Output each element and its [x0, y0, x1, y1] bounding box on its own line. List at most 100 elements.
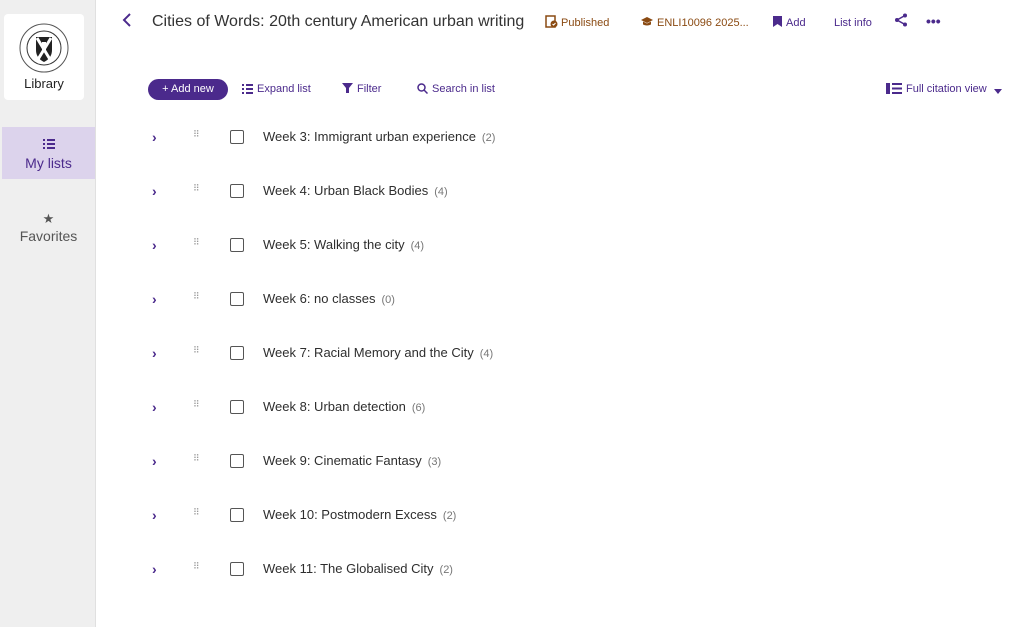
expand-chevron-icon[interactable]: ›	[152, 182, 157, 200]
bookmark-add-icon	[773, 16, 782, 27]
citation-view-icon	[886, 83, 902, 94]
sidebar-item-label: My lists	[25, 155, 72, 171]
share-icon[interactable]	[894, 13, 911, 30]
section-title-text: Week 4: Urban Black Bodies	[263, 183, 429, 198]
star-icon: ★	[42, 211, 55, 226]
list-item: › ⠿ Week 9: Cinematic Fantasy (3)	[96, 434, 996, 488]
drag-handle-icon[interactable]: ⠿	[193, 453, 200, 463]
university-crest-icon	[19, 23, 69, 73]
drag-handle-icon[interactable]: ⠿	[193, 561, 200, 571]
row-checkbox[interactable]	[230, 400, 244, 414]
expand-list-icon	[242, 84, 253, 94]
list-icon	[2, 137, 95, 155]
drag-handle-icon[interactable]: ⠿	[193, 129, 200, 139]
section-title-text: Week 11: The Globalised City	[263, 561, 434, 576]
course-code: ENLI10096 2025...	[657, 17, 749, 29]
drag-handle-icon[interactable]: ⠿	[193, 507, 200, 517]
search-icon	[417, 83, 429, 95]
filter-label: Filter	[357, 83, 382, 95]
section-count: (4)	[410, 240, 425, 252]
section-count: (4)	[434, 186, 448, 198]
list-item: › ⠿ Week 10: Postmodern Excess (2)	[96, 488, 996, 542]
app: Library My lists ★ Favorites Cities of W…	[0, 0, 1024, 627]
logo-text: Library	[24, 76, 64, 91]
row-checkbox[interactable]	[230, 130, 244, 144]
section-title[interactable]: Week 6: no classes (0)	[263, 291, 395, 306]
section-title[interactable]: Week 10: Postmodern Excess (2)	[263, 507, 456, 522]
list-item: › ⠿ Week 8: Urban detection (6)	[96, 380, 996, 434]
section-title-text: Week 7: Racial Memory and the City	[263, 345, 474, 360]
row-checkbox[interactable]	[230, 292, 244, 306]
list-item: › ⠿ Week 4: Urban Black Bodies (4)	[96, 164, 996, 218]
section-count: (2)	[439, 564, 453, 576]
drag-handle-icon[interactable]: ⠿	[193, 183, 200, 193]
search-in-list-button[interactable]: Search in list	[417, 82, 495, 96]
section-count: (4)	[479, 348, 494, 360]
expand-list-button[interactable]: Expand list	[242, 82, 311, 96]
row-checkbox[interactable]	[230, 508, 244, 522]
list-toolbar: + Add new Expand list Filter Search in l…	[96, 78, 1024, 100]
expand-chevron-icon[interactable]: ›	[152, 560, 157, 578]
section-title-text: Week 5: Walking the city	[263, 237, 405, 252]
published-icon	[545, 15, 558, 28]
status-text: Published	[561, 17, 610, 29]
section-title[interactable]: Week 8: Urban detection (6)	[263, 399, 425, 414]
expand-chevron-icon[interactable]: ›	[152, 236, 157, 254]
library-logo[interactable]: Library	[4, 14, 84, 100]
expand-chevron-icon[interactable]: ›	[152, 128, 157, 146]
section-title[interactable]: Week 7: Racial Memory and the City (4)	[263, 345, 493, 360]
section-count: (2)	[481, 132, 496, 144]
row-checkbox[interactable]	[230, 346, 244, 360]
status-badge[interactable]: Published	[545, 15, 609, 31]
add-button[interactable]: Add	[772, 15, 806, 31]
citation-view-label: Full citation view	[906, 83, 987, 95]
drag-handle-icon[interactable]: ⠿	[193, 345, 200, 355]
add-label: Add	[786, 17, 806, 29]
expand-chevron-icon[interactable]: ›	[152, 290, 157, 308]
section-title[interactable]: Week 11: The Globalised City (2)	[263, 561, 453, 576]
row-checkbox[interactable]	[230, 454, 244, 468]
section-title-text: Week 6: no classes	[263, 291, 376, 306]
section-title[interactable]: Week 9: Cinematic Fantasy (3)	[263, 453, 441, 468]
search-label: Search in list	[432, 83, 495, 95]
list-item: › ⠿ Week 5: Walking the city (4)	[96, 218, 996, 272]
section-title-text: Week 9: Cinematic Fantasy	[263, 453, 422, 468]
section-count: (6)	[411, 402, 426, 414]
drag-handle-icon[interactable]: ⠿	[193, 237, 200, 247]
list-info-button[interactable]: List info	[834, 15, 872, 31]
citation-view-dropdown[interactable]: Full citation view	[886, 82, 1006, 96]
page-header: Cities of Words: 20th century American u…	[96, 0, 1024, 44]
drag-handle-icon[interactable]: ⠿	[193, 291, 200, 301]
expand-chevron-icon[interactable]: ›	[152, 398, 157, 416]
course-link[interactable]: ENLI10096 2025...	[640, 15, 749, 31]
expand-label: Expand list	[257, 83, 311, 95]
section-count: (2)	[442, 510, 457, 522]
section-count: (0)	[381, 294, 395, 306]
section-title[interactable]: Week 5: Walking the city (4)	[263, 237, 424, 252]
row-checkbox[interactable]	[230, 184, 244, 198]
section-title-text: Week 8: Urban detection	[263, 399, 406, 414]
list-item: › ⠿ Week 11: The Globalised City (2)	[96, 542, 996, 596]
add-new-button[interactable]: + Add new	[148, 79, 228, 100]
section-title-text: Week 10: Postmodern Excess	[263, 507, 437, 522]
drag-handle-icon[interactable]: ⠿	[193, 399, 200, 409]
filter-button[interactable]: Filter	[342, 82, 381, 96]
more-options-icon[interactable]: •••	[926, 13, 941, 29]
sidebar-item-label: Favorites	[19, 228, 78, 244]
sidebar-item-my-lists[interactable]: My lists	[2, 127, 95, 179]
page-title: Cities of Words: 20th century American u…	[152, 13, 525, 30]
list-item: › ⠿ Week 6: no classes (0)	[96, 272, 996, 326]
section-title[interactable]: Week 3: Immigrant urban experience (2)	[263, 129, 495, 144]
back-chevron-icon[interactable]	[122, 12, 140, 32]
expand-chevron-icon[interactable]: ›	[152, 452, 157, 470]
section-title-text: Week 3: Immigrant urban experience	[263, 129, 476, 144]
list-item: › ⠿ Week 3: Immigrant urban experience (2…	[96, 110, 996, 164]
row-checkbox[interactable]	[230, 238, 244, 252]
row-checkbox[interactable]	[230, 562, 244, 576]
section-count: (3)	[427, 456, 442, 468]
graduation-cap-icon	[641, 17, 653, 26]
expand-chevron-icon[interactable]: ›	[152, 506, 157, 524]
sidebar-item-favorites[interactable]: ★ Favorites	[2, 200, 95, 252]
expand-chevron-icon[interactable]: ›	[152, 344, 157, 362]
section-title[interactable]: Week 4: Urban Black Bodies (4)	[263, 183, 448, 198]
